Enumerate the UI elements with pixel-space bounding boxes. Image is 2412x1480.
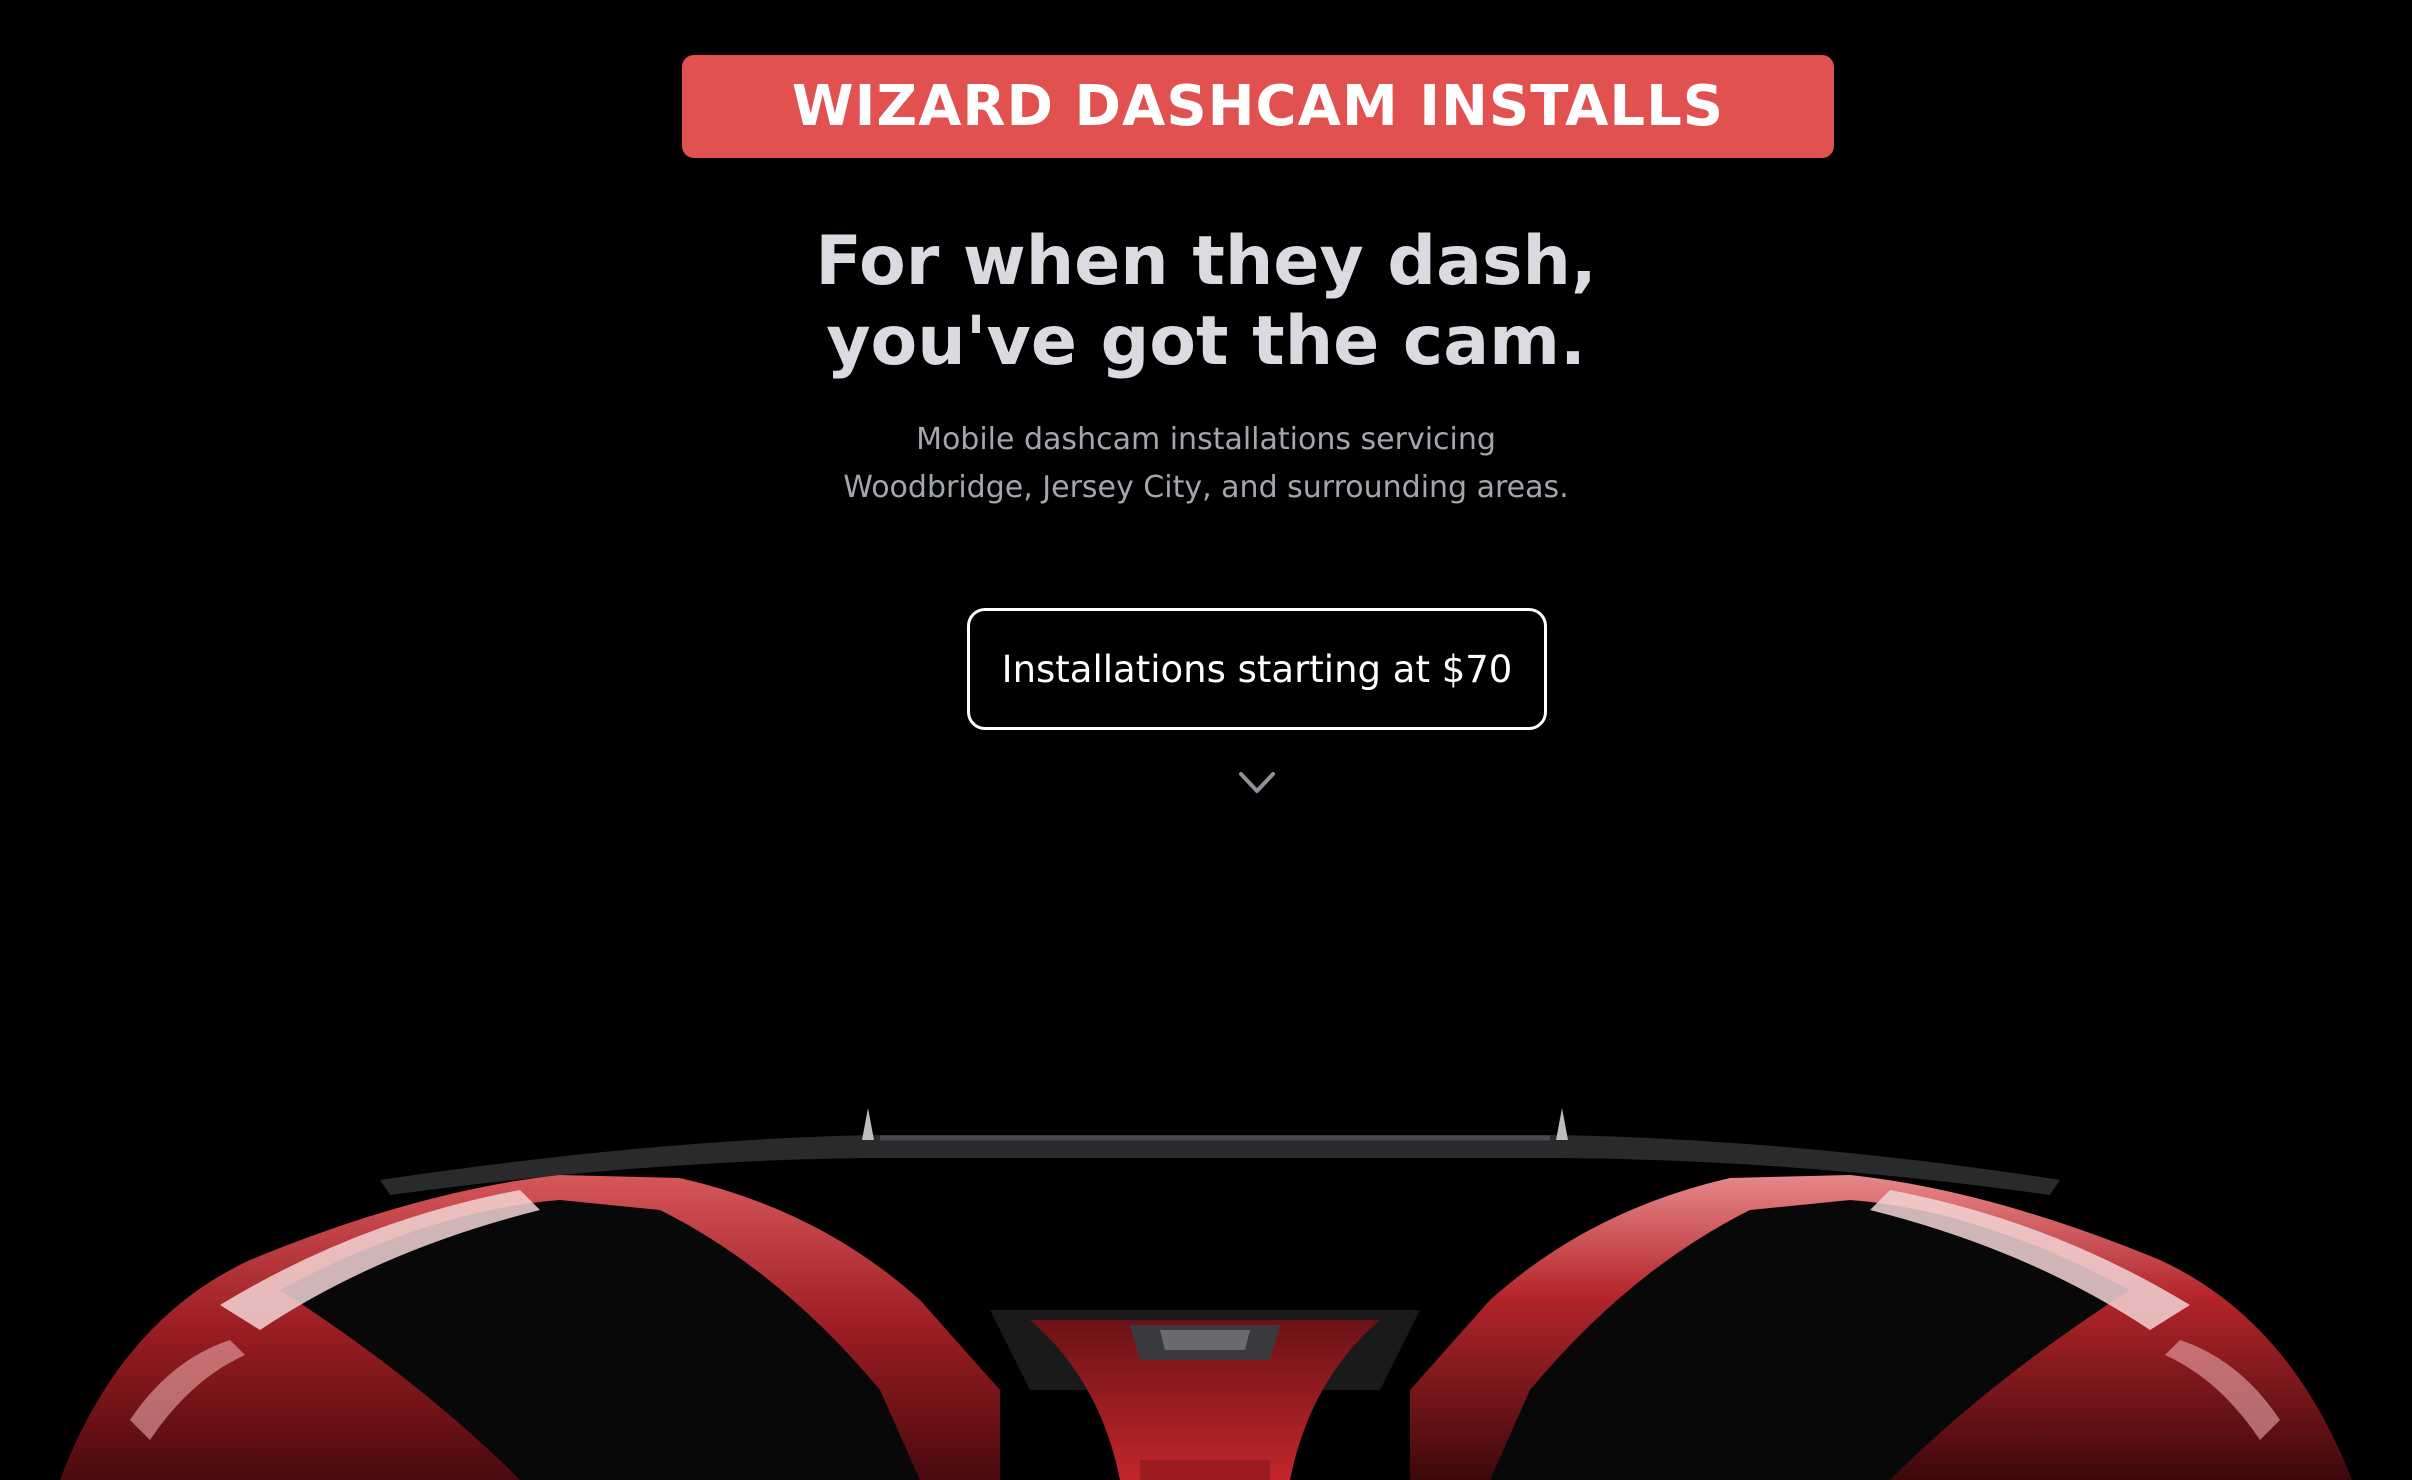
hero-headline-line-1: For when they dash,	[815, 222, 1597, 301]
brand-banner: WIZARD DASHCAM INSTALLS	[682, 55, 1834, 158]
pricing-cta-button[interactable]: Installations starting at $70	[967, 608, 1547, 730]
brand-title: WIZARD DASHCAM INSTALLS	[791, 74, 1725, 139]
chevron-down-icon[interactable]	[1237, 770, 1277, 796]
hero-subtext-line-1: Mobile dashcam installations servicing	[916, 422, 1496, 457]
car-hero-image	[60, 1108, 2352, 1480]
hero-headline: For when they dash, you've got the cam.	[0, 222, 2412, 382]
hero-subtext-line-2: Woodbridge, Jersey City, and surrounding…	[843, 470, 1569, 505]
pricing-cta-label: Installations starting at $70	[1001, 647, 1513, 691]
hero-subtext: Mobile dashcam installations servicing W…	[0, 416, 2412, 512]
hero-headline-line-2: you've got the cam.	[826, 302, 1586, 381]
